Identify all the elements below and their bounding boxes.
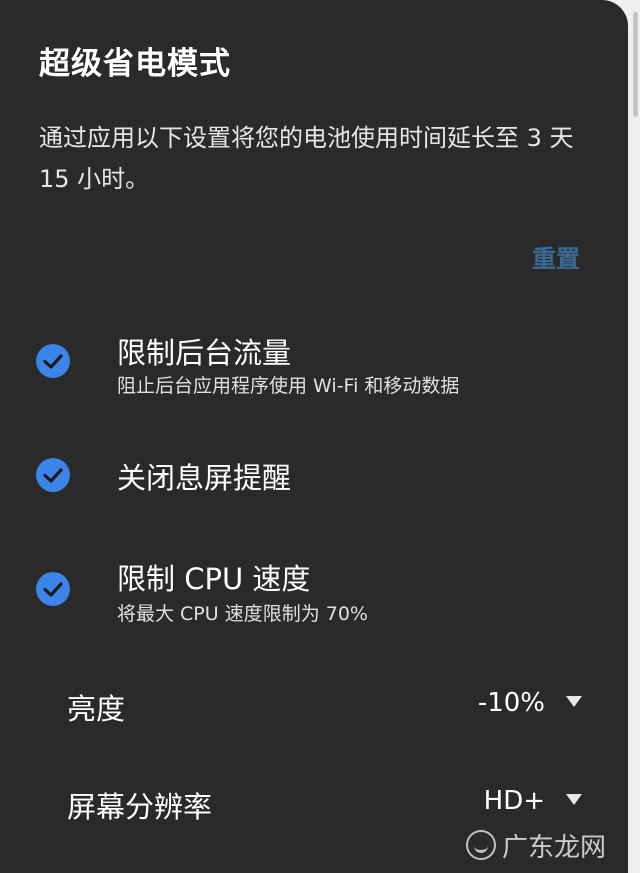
option-subtitle: 阻止后台应用程序使用 Wi-Fi 和移动数据 <box>117 375 460 397</box>
option-title: 限制 CPU 速度 <box>117 562 311 596</box>
option-disable-always-on-display[interactable]: 关闭息屏提醒 <box>0 455 628 500</box>
option-limit-background-data[interactable]: 限制后台流量 阻止后台应用程序使用 Wi-Fi 和移动数据 <box>0 330 628 400</box>
screen-resolution-setting[interactable]: 屏幕分辨率 HD+ <box>0 774 628 834</box>
check-circle-icon[interactable] <box>36 572 70 606</box>
watermark-logo-icon <box>465 830 496 860</box>
dialog-title: 超级省电模式 <box>39 46 231 82</box>
watermark: 广东龙网 <box>465 829 606 863</box>
battery-description: 通过应用以下设置将您的电池使用时间延长至 3 天 15 小时。 <box>39 124 574 193</box>
setting-label: 亮度 <box>67 692 126 726</box>
reset-button[interactable]: 重置 <box>532 239 580 274</box>
brightness-setting[interactable]: 亮度 -10% <box>0 676 628 736</box>
triangle-down-icon[interactable] <box>566 794 582 805</box>
super-power-saving-dialog: 超级省电模式 通过应用以下设置将您的电池使用时间延长至 3 天 15 小时。 重… <box>0 0 628 873</box>
check-circle-icon[interactable] <box>36 344 70 378</box>
option-title: 关闭息屏提醒 <box>117 461 292 495</box>
option-title: 限制后台流量 <box>117 336 292 370</box>
scrollbar[interactable] <box>628 0 640 873</box>
watermark-text: 广东龙网 <box>501 832 606 863</box>
scrollbar-thumb[interactable] <box>633 12 638 117</box>
resolution-dropdown-value[interactable]: HD+ <box>484 786 545 816</box>
brightness-dropdown-value[interactable]: -10% <box>478 688 545 718</box>
setting-label: 屏幕分辨率 <box>67 790 213 824</box>
check-circle-icon[interactable] <box>36 458 70 492</box>
option-limit-cpu-speed[interactable]: 限制 CPU 速度 将最大 CPU 速度限制为 70% <box>0 556 628 626</box>
triangle-down-icon[interactable] <box>566 696 582 707</box>
option-subtitle: 将最大 CPU 速度限制为 70% <box>117 603 368 625</box>
